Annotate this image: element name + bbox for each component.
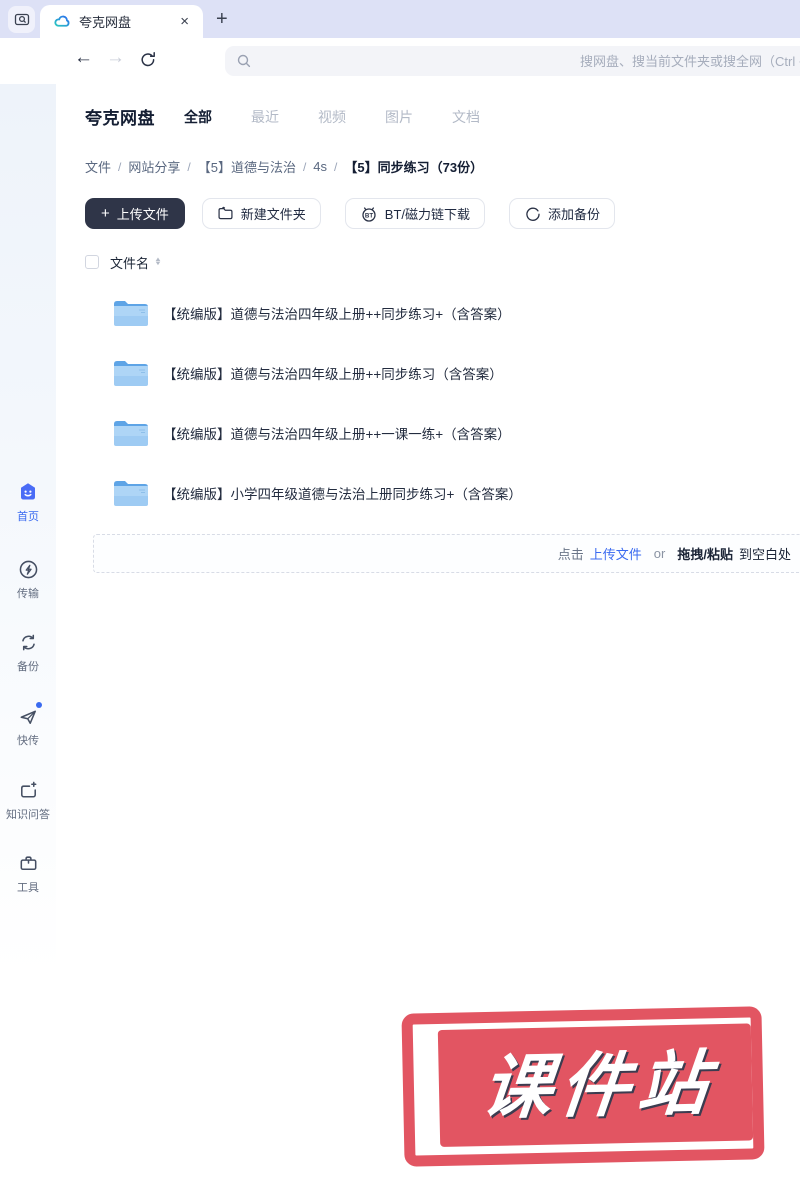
sidebar-label-backup: 备份 (17, 661, 39, 673)
file-row[interactable]: 【统编版】道德与法治四年级上册++同步练习（含答案） (85, 343, 800, 403)
breadcrumb-item-files[interactable]: 文件 (85, 157, 111, 176)
breadcrumb-current: 【5】同步练习（73份） (344, 160, 484, 175)
filename-column-header: 文件名 (110, 255, 150, 271)
new-folder-button[interactable]: 新建文件夹 (201, 198, 321, 229)
toolbox-icon (16, 851, 40, 875)
new-folder-label: 新建文件夹 (240, 207, 306, 222)
sidebar-item-knowledge-qa[interactable]: 知识问答 (0, 778, 56, 822)
sidebar: 首页 传输 备份 快传 知识问答 工具 (0, 84, 56, 1200)
breadcrumb-item-subject[interactable]: 【5】道德与法治 (198, 157, 296, 176)
tab-search-button[interactable] (8, 6, 35, 33)
folder-icon (112, 357, 150, 389)
sidebar-item-backup[interactable]: 备份 (0, 630, 56, 674)
tab-all[interactable]: 全部 (184, 107, 212, 127)
notification-dot (36, 702, 42, 708)
file-name: 【统编版】小学四年级道德与法治上册同步练习+（含答案） (163, 487, 522, 502)
sidebar-label-knowledge-qa: 知识问答 (6, 809, 50, 821)
tab-recent[interactable]: 最近 (251, 107, 279, 127)
bt-download-icon: BT (360, 205, 378, 223)
tab-search-icon (14, 12, 30, 28)
new-folder-icon (217, 205, 234, 222)
file-row[interactable]: 【统编版】道德与法治四年级上册++一课一练+（含答案） (85, 403, 800, 463)
folder-icon (112, 417, 150, 449)
breadcrumb-separator: / (118, 159, 122, 174)
action-buttons: + 上传文件 新建文件夹 BT BT/磁力链下载 添加备份 (85, 198, 639, 229)
file-name: 【统编版】道德与法治四年级上册++同步练习+（含答案） (163, 307, 511, 322)
file-list: 【统编版】道德与法治四年级上册++同步练习+（含答案） 【统编版】道德与法治四年… (85, 283, 800, 523)
add-backup-button[interactable]: 添加备份 (509, 198, 616, 229)
home-icon (16, 480, 40, 504)
breadcrumb-item-4s[interactable]: 4s (313, 159, 327, 174)
search-input[interactable] (225, 46, 800, 76)
page-title: 夸克网盘 (85, 109, 155, 128)
new-tab-button[interactable]: + (210, 6, 234, 33)
back-icon[interactable]: ← (74, 47, 93, 69)
file-name: 【统编版】道德与法治四年级上册++一课一练+（含答案） (163, 427, 511, 442)
plus-icon: + (101, 205, 110, 222)
browser-tab-bar: 夸克网盘 × + (0, 0, 800, 38)
breadcrumb-separator: / (334, 159, 338, 174)
dropzone-upload-link[interactable]: 上传文件 (590, 544, 642, 563)
tab-close-icon[interactable]: × (176, 12, 193, 31)
dropzone-click-text: 点击 (557, 547, 584, 562)
file-name: 【统编版】道德与法治四年级上册++同步练习（含答案） (163, 367, 503, 382)
tab-video[interactable]: 视频 (318, 107, 346, 127)
quark-drive-page: 夸克网盘 × + ← → 首页 传输 (0, 0, 800, 1200)
add-backup-label: 添加备份 (548, 207, 601, 222)
folder-icon (112, 297, 150, 329)
dropzone-drag-text: 拖拽/粘贴 (677, 547, 733, 562)
sidebar-label-quick-send: 快传 (17, 735, 39, 747)
stamp-text: 课件站 (477, 1043, 720, 1127)
sidebar-label-tools: 工具 (17, 882, 39, 894)
sidebar-label-transfer: 传输 (17, 588, 39, 600)
upload-file-button[interactable]: + 上传文件 (85, 198, 185, 229)
header-row: 夸克网盘 全部 最近 视频 图片 文档 (85, 104, 519, 129)
forward-icon: → (106, 47, 125, 68)
backup-sync-icon (16, 630, 40, 654)
tab-document[interactable]: 文档 (452, 107, 480, 127)
upload-file-label: 上传文件 (116, 207, 169, 222)
sidebar-label-home: 首页 (17, 511, 39, 523)
sort-icon[interactable]: ▲ ▼ (154, 257, 162, 267)
upload-dropzone[interactable]: 点击 上传文件 or 拖拽/粘贴 到空白处 (93, 534, 800, 573)
transfer-icon (16, 557, 40, 581)
breadcrumb-separator: / (187, 159, 191, 174)
breadcrumb-item-shared[interactable]: 网站分享 (128, 157, 180, 176)
paper-plane-icon (16, 702, 42, 728)
browser-toolbar: ← → (0, 38, 800, 84)
dropzone-or-text: or (653, 546, 666, 561)
browser-tab[interactable]: 夸克网盘 × (40, 5, 203, 38)
breadcrumb-separator: / (302, 159, 307, 174)
knowledge-qa-icon (16, 778, 40, 802)
svg-text:BT: BT (365, 212, 373, 219)
sidebar-item-home[interactable]: 首页 (0, 480, 56, 524)
filter-tabs: 全部 最近 视频 图片 文档 (184, 107, 519, 127)
breadcrumb: 文件 / 网站分享 / 【5】道德与法治 / 4s / 【5】同步练习（73份） (85, 157, 483, 176)
bt-download-label: BT/磁力链下载 (384, 207, 471, 222)
file-row[interactable]: 【统编版】小学四年级道德与法治上册同步练习+（含答案） (85, 463, 800, 523)
sidebar-item-transfer[interactable]: 传输 (0, 557, 56, 601)
tab-image[interactable]: 图片 (385, 107, 413, 127)
refresh-icon[interactable] (138, 50, 158, 70)
watermark-stamp: 课件站 (401, 1006, 765, 1167)
tab-title: 夸克网盘 (79, 15, 132, 30)
bt-magnet-download-button[interactable]: BT BT/磁力链下载 (344, 198, 486, 229)
file-row[interactable]: 【统编版】道德与法治四年级上册++同步练习+（含答案） (85, 283, 800, 343)
search-icon (236, 53, 252, 69)
dropzone-target-text: 到空白处 (738, 547, 791, 562)
sidebar-item-tools[interactable]: 工具 (0, 851, 56, 895)
search-bar (225, 46, 800, 76)
folder-icon (112, 477, 150, 509)
quark-logo-icon (54, 13, 71, 30)
select-all-checkbox[interactable] (85, 255, 99, 269)
sidebar-item-quick-send[interactable]: 快传 (0, 702, 56, 748)
add-backup-icon (524, 205, 541, 222)
file-table-header: 文件名 ▲ ▼ (85, 253, 162, 271)
stamp-inner: 课件站 (437, 1023, 754, 1148)
